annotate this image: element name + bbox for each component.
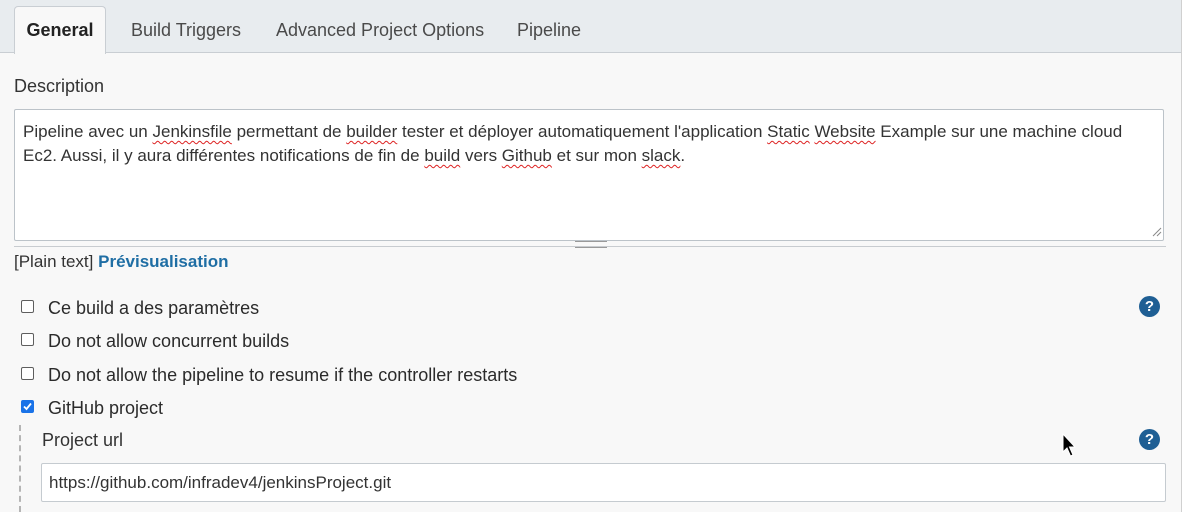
description-text: Jenkinsfile bbox=[152, 122, 232, 141]
description-text: permettant de bbox=[231, 122, 347, 141]
concurrent-builds-label[interactable]: Do not allow concurrent builds bbox=[48, 331, 289, 352]
params-checkbox[interactable] bbox=[21, 300, 34, 313]
description-label: Description bbox=[14, 76, 105, 96]
description-text: et sur mon bbox=[551, 146, 642, 165]
format-prefix: [Plain text] bbox=[14, 252, 94, 271]
description-text: builder bbox=[346, 122, 398, 141]
project-url-input[interactable] bbox=[41, 463, 1166, 502]
tab-build-triggers[interactable]: Build Triggers bbox=[131, 12, 241, 48]
tab-general[interactable]: General bbox=[14, 6, 106, 54]
pipeline-resume-label[interactable]: Do not allow the pipeline to resume if t… bbox=[48, 365, 517, 386]
description-format-line: [Plain text] Prévisualisation bbox=[14, 252, 229, 272]
description-text: Pipeline avec un bbox=[23, 122, 153, 141]
github-project-label[interactable]: GitHub project bbox=[48, 398, 163, 419]
project-url-label: Project url bbox=[42, 430, 124, 450]
concurrent-builds-checkbox[interactable] bbox=[21, 333, 34, 346]
nested-section-guide bbox=[19, 425, 21, 512]
textarea-resize-corner-icon[interactable] bbox=[1152, 227, 1162, 237]
tab-bar: General Build Triggers Advanced Project … bbox=[0, 0, 1181, 54]
params-checkbox-label[interactable]: Ce build a des paramètres bbox=[48, 298, 259, 319]
description-text: vers bbox=[460, 146, 502, 165]
description-text: Github bbox=[501, 146, 552, 165]
tab-pipeline[interactable]: Pipeline bbox=[517, 12, 581, 48]
help-icon[interactable]: ? bbox=[1139, 296, 1160, 317]
description-text: Website bbox=[814, 122, 876, 141]
preview-link[interactable]: Prévisualisation bbox=[98, 252, 228, 271]
description-text: build bbox=[424, 146, 461, 165]
description-text: tester et déployer automatiquement l'app… bbox=[397, 122, 768, 141]
description-textarea[interactable]: Pipeline avec un Jenkinsfile permettant … bbox=[14, 109, 1164, 241]
mouse-cursor-icon bbox=[1062, 433, 1077, 457]
description-text: . bbox=[680, 146, 686, 165]
help-icon[interactable]: ? bbox=[1139, 429, 1160, 450]
scrollbar[interactable] bbox=[1181, 0, 1198, 512]
description-text: slack bbox=[641, 146, 681, 165]
textarea-resize-handle[interactable] bbox=[575, 241, 607, 248]
checkmark-icon bbox=[23, 402, 32, 411]
description-text: Static bbox=[767, 122, 810, 141]
tab-advanced-project-options[interactable]: Advanced Project Options bbox=[276, 12, 484, 48]
github-project-checkbox[interactable] bbox=[21, 400, 34, 413]
pipeline-resume-checkbox[interactable] bbox=[21, 367, 34, 380]
